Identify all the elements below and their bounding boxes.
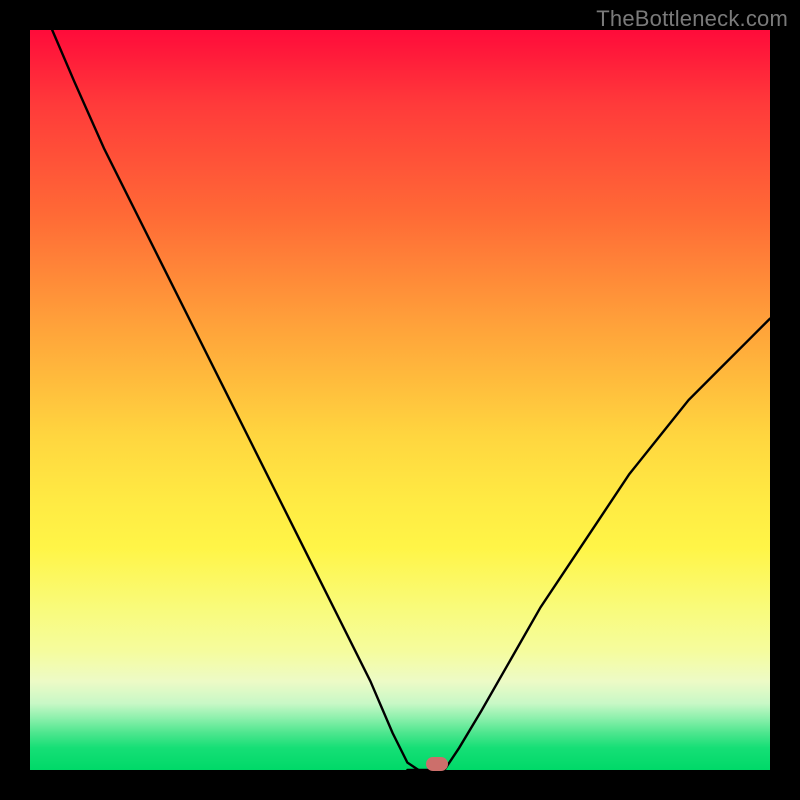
chart-frame: TheBottleneck.com: [0, 0, 800, 800]
curve-overlay: [30, 30, 770, 770]
watermark-text: TheBottleneck.com: [596, 6, 788, 32]
plot-area: [30, 30, 770, 770]
curve-left-branch: [52, 30, 418, 770]
minimum-marker: [426, 757, 448, 771]
curve-right-branch: [444, 319, 770, 770]
